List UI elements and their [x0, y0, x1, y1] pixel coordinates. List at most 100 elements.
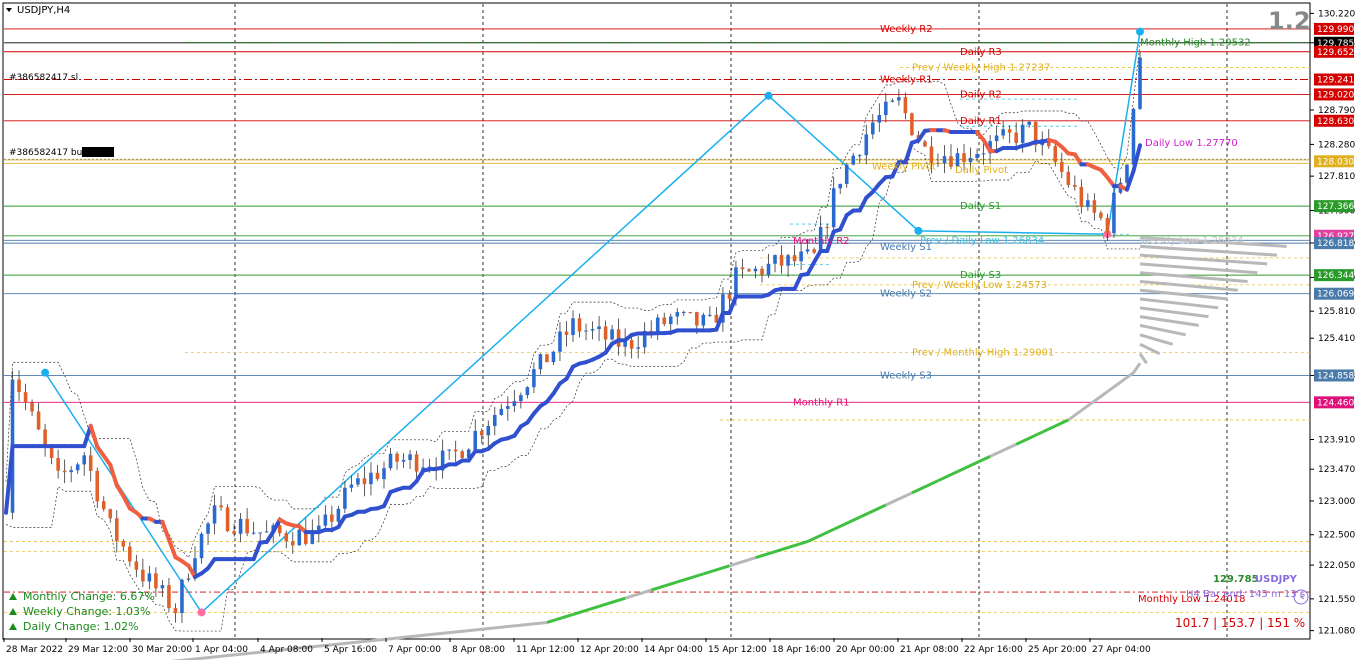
price-tag-label: 124.460 [1317, 398, 1354, 408]
candle-body [779, 255, 784, 266]
candle-body [825, 226, 829, 228]
candle-body [154, 573, 158, 589]
price-tag-label: 129.241 [1317, 76, 1354, 86]
candle-body [375, 472, 380, 480]
candle-body [584, 330, 588, 332]
zigzag-point [1136, 27, 1144, 36]
candle-body [616, 329, 621, 347]
candle-body [597, 326, 601, 330]
candle-body [186, 578, 191, 580]
candle-body [1053, 146, 1058, 162]
time-tick-label: 22 Apr 16:00 [964, 645, 1023, 655]
candle-body [1066, 171, 1071, 185]
candle-body [981, 153, 986, 155]
time-tick-label: 1 Apr 04:00 [195, 645, 248, 655]
candle-body [1105, 217, 1110, 234]
candle-body [30, 402, 34, 412]
price-tick-label: 123.910 [1318, 435, 1355, 445]
level-label: Daily R3 [960, 47, 1002, 58]
time-tick-label: 29 Mar 12:00 [68, 645, 128, 655]
candle-body [141, 569, 145, 582]
candle-body [786, 255, 790, 266]
candle-body [356, 478, 360, 485]
time-tick-label: 27 Apr 04:00 [1092, 645, 1151, 655]
candle-body [975, 154, 979, 158]
candle-body [251, 532, 256, 534]
candle-body [69, 470, 73, 473]
candle-body [1073, 184, 1077, 187]
candle-body [479, 430, 484, 436]
candle-body [1001, 129, 1005, 136]
candle-body [160, 585, 165, 589]
price-tick-label: 122.050 [1318, 561, 1355, 571]
candle-body [923, 141, 927, 147]
price-tag-label: 126.344 [1317, 271, 1354, 281]
candle-body [701, 314, 706, 326]
order-buy-box[interactable] [82, 147, 114, 157]
candle-body [740, 267, 745, 270]
candle-body [219, 505, 223, 508]
candle-body [662, 317, 667, 325]
price-tag-label: 128.030 [1317, 157, 1354, 167]
time-tick-label: 15 Apr 12:00 [708, 645, 767, 655]
time-tick-label: 8 Apr 08:00 [452, 645, 505, 655]
level-label: Daily Low 1.27770 [1145, 138, 1238, 149]
level-label: Monthly High 1.29532 [1140, 37, 1251, 48]
candle-body [473, 430, 478, 450]
order-buy-label[interactable]: #386582417 buy [9, 148, 88, 158]
candle-body [929, 146, 934, 163]
level-label: Monthly R2 [793, 236, 850, 247]
candle-body [760, 268, 764, 275]
candle-body [212, 505, 217, 524]
candle-body [1092, 200, 1097, 213]
candle-body [897, 97, 901, 101]
candle-body [499, 408, 504, 415]
candle-body [871, 122, 875, 135]
candle-body [395, 453, 399, 462]
candle-body [506, 406, 510, 409]
zigzag-point [197, 608, 206, 617]
info-symbol: USDJPY [1255, 574, 1298, 585]
zigzag-point [914, 226, 923, 235]
level-label: Daily R1 [960, 116, 1002, 127]
price-tick-label: 130.220 [1318, 9, 1355, 19]
candle-body [1099, 212, 1103, 218]
change-stats: Monthly Change: 6.67% Weekly Change: 1.0… [9, 590, 155, 633]
candle-body [277, 525, 282, 534]
candle-body [545, 354, 549, 363]
level-label: Daily S1 [960, 201, 1001, 212]
candle-body [447, 449, 451, 451]
candle-body [558, 331, 562, 352]
range-stats: 101.7 | 153.7 | 151 % [1175, 616, 1305, 630]
level-label: Prev / Monthly High 1.29001 [912, 347, 1054, 358]
price-chart[interactable]: 130.220 129.785 128.790 128.280 127.810 127.3… [0, 0, 1358, 660]
candle-body [805, 249, 810, 252]
candle-body [1014, 132, 1018, 143]
slow-ma-segment [194, 653, 235, 660]
candle-body [108, 509, 113, 519]
candle-body [199, 533, 204, 559]
candle-body [1138, 57, 1142, 109]
candle-body [36, 411, 41, 430]
candle-body [134, 561, 139, 570]
level-label: Weekly R1 [880, 75, 933, 86]
candle-body [936, 162, 940, 164]
price-tick-label: 125.810 [1318, 307, 1355, 317]
candle-body [1060, 161, 1064, 172]
candle-body [343, 487, 347, 509]
candle-body [603, 326, 608, 340]
candle-body [564, 331, 569, 335]
candle-body [838, 183, 842, 189]
candle-body [551, 351, 556, 363]
level-label: Weekly Low 1.26834 [1140, 235, 1244, 246]
order-sl-label[interactable]: #386582417 sl [9, 73, 78, 83]
candle-body [180, 579, 184, 613]
candle-body [349, 484, 354, 488]
price-tag-label: 129.652 [1317, 48, 1354, 58]
candle-body [734, 267, 738, 299]
price-tick-label: 121.080 [1318, 627, 1355, 637]
price-tag-label: 129.990 [1317, 25, 1354, 35]
candle-body [95, 470, 100, 502]
price-tag-label: 129.020 [1317, 90, 1354, 100]
candle-body [388, 453, 393, 469]
